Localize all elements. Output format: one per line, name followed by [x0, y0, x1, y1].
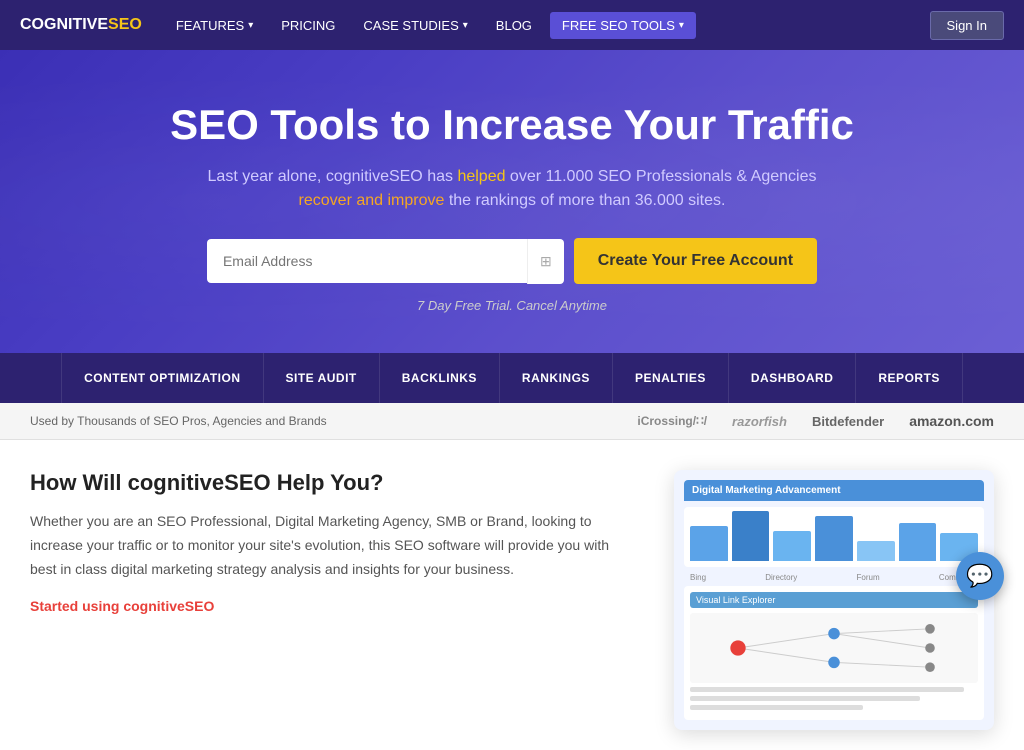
trusted-logos: iCrossing/∷/ razorfish Bitdefender amazo…: [357, 413, 994, 429]
started-using-link[interactable]: Started using cognitiveSEO: [30, 598, 214, 614]
main-description: Whether you are an SEO Professional, Dig…: [30, 510, 634, 581]
dashboard-top-label: Digital Marketing Advancement: [684, 480, 984, 501]
brand-cognitive: COGNITIVE: [20, 16, 108, 34]
bar-6: [899, 523, 937, 561]
visual-link-explorer-label: Visual Link Explorer: [690, 592, 978, 608]
nav-features[interactable]: FEATURES ▾: [162, 0, 267, 50]
logo-razorfish: razorfish: [732, 414, 787, 429]
dashboard-bar-chart: [684, 507, 984, 567]
brand-seo: SEO: [108, 16, 142, 34]
hero-subtitle-line1: Last year alone, cognitiveSEO has helped…: [20, 168, 1004, 186]
chevron-down-icon: ▾: [248, 20, 253, 31]
bar-2: [732, 511, 770, 561]
text-lines: [690, 687, 978, 710]
chat-button[interactable]: 💬: [956, 552, 1004, 600]
trusted-text: Used by Thousands of SEO Pros, Agencies …: [30, 414, 327, 428]
logo-bitdefender: Bitdefender: [812, 414, 884, 429]
feature-content-optimization[interactable]: CONTENT OPTIMIZATION: [61, 353, 263, 403]
create-account-button[interactable]: Create Your Free Account: [574, 238, 817, 284]
link-graph-svg: [690, 613, 978, 683]
trusted-bar: Used by Thousands of SEO Pros, Agencies …: [0, 403, 1024, 440]
feature-rankings[interactable]: RANKINGS: [500, 353, 613, 403]
hero-section: SEO Tools to Increase Your Traffic Last …: [0, 50, 1024, 353]
text-line-3: [690, 705, 863, 710]
dashboard-mockup: Digital Marketing Advancement Bing Direc…: [674, 470, 994, 730]
chevron-down-icon: ▾: [679, 20, 684, 31]
feature-backlinks[interactable]: BACKLINKS: [380, 353, 500, 403]
main-title: How Will cognitiveSEO Help You?: [30, 470, 634, 496]
main-content: How Will cognitiveSEO Help You? Whether …: [0, 440, 1024, 750]
logo-icrossing: iCrossing/∷/: [637, 414, 707, 428]
feature-dashboard[interactable]: DASHBOARD: [729, 353, 857, 403]
email-field[interactable]: [207, 239, 527, 283]
chevron-down-icon: ▾: [463, 20, 468, 31]
hero-subtitle-line2: recover and improve the rankings of more…: [20, 192, 1004, 210]
dashboard-bottom: Visual Link Explorer: [684, 586, 984, 720]
nav-pricing[interactable]: PRICING: [267, 0, 349, 50]
bar-labels: Bing Directory Forum Commerce: [684, 573, 984, 586]
bar-3: [773, 531, 811, 561]
highlight-helped: helped: [457, 168, 505, 185]
node-graph: [690, 613, 978, 683]
bar-1: [690, 526, 728, 561]
nav-blog[interactable]: BLOG: [482, 0, 546, 50]
main-text-area: How Will cognitiveSEO Help You? Whether …: [30, 470, 634, 615]
hero-cta-area: ⊞ Create Your Free Account: [20, 238, 1004, 284]
highlight-recover: recover and improve: [299, 192, 445, 209]
dashboard-illustration: Digital Marketing Advancement Bing Direc…: [674, 470, 994, 730]
feature-penalties[interactable]: PENALTIES: [613, 353, 729, 403]
bar-5: [857, 541, 895, 561]
bar-4: [815, 516, 853, 561]
text-line-2: [690, 696, 920, 701]
feature-site-audit[interactable]: SITE AUDIT: [264, 353, 380, 403]
feature-reports[interactable]: REPORTS: [856, 353, 963, 403]
logo-amazon: amazon.com: [909, 413, 994, 429]
trial-text: 7 Day Free Trial. Cancel Anytime: [20, 298, 1004, 313]
nav-case-studies[interactable]: CASE STUDIES ▾: [349, 0, 481, 50]
nav-items: FEATURES ▾ PRICING CASE STUDIES ▾ BLOG F…: [162, 0, 930, 50]
brand-logo[interactable]: COGNITIVESEO: [20, 16, 142, 34]
sign-in-button[interactable]: Sign In: [930, 11, 1004, 40]
features-bar: CONTENT OPTIMIZATION SITE AUDIT BACKLINK…: [0, 353, 1024, 403]
hero-title: SEO Tools to Increase Your Traffic: [20, 100, 1004, 150]
text-line-1: [690, 687, 964, 692]
email-icon: ⊞: [527, 239, 564, 284]
nav-free-seo-tools[interactable]: FREE SEO TOOLS ▾: [550, 12, 696, 39]
navbar: COGNITIVESEO FEATURES ▾ PRICING CASE STU…: [0, 0, 1024, 50]
